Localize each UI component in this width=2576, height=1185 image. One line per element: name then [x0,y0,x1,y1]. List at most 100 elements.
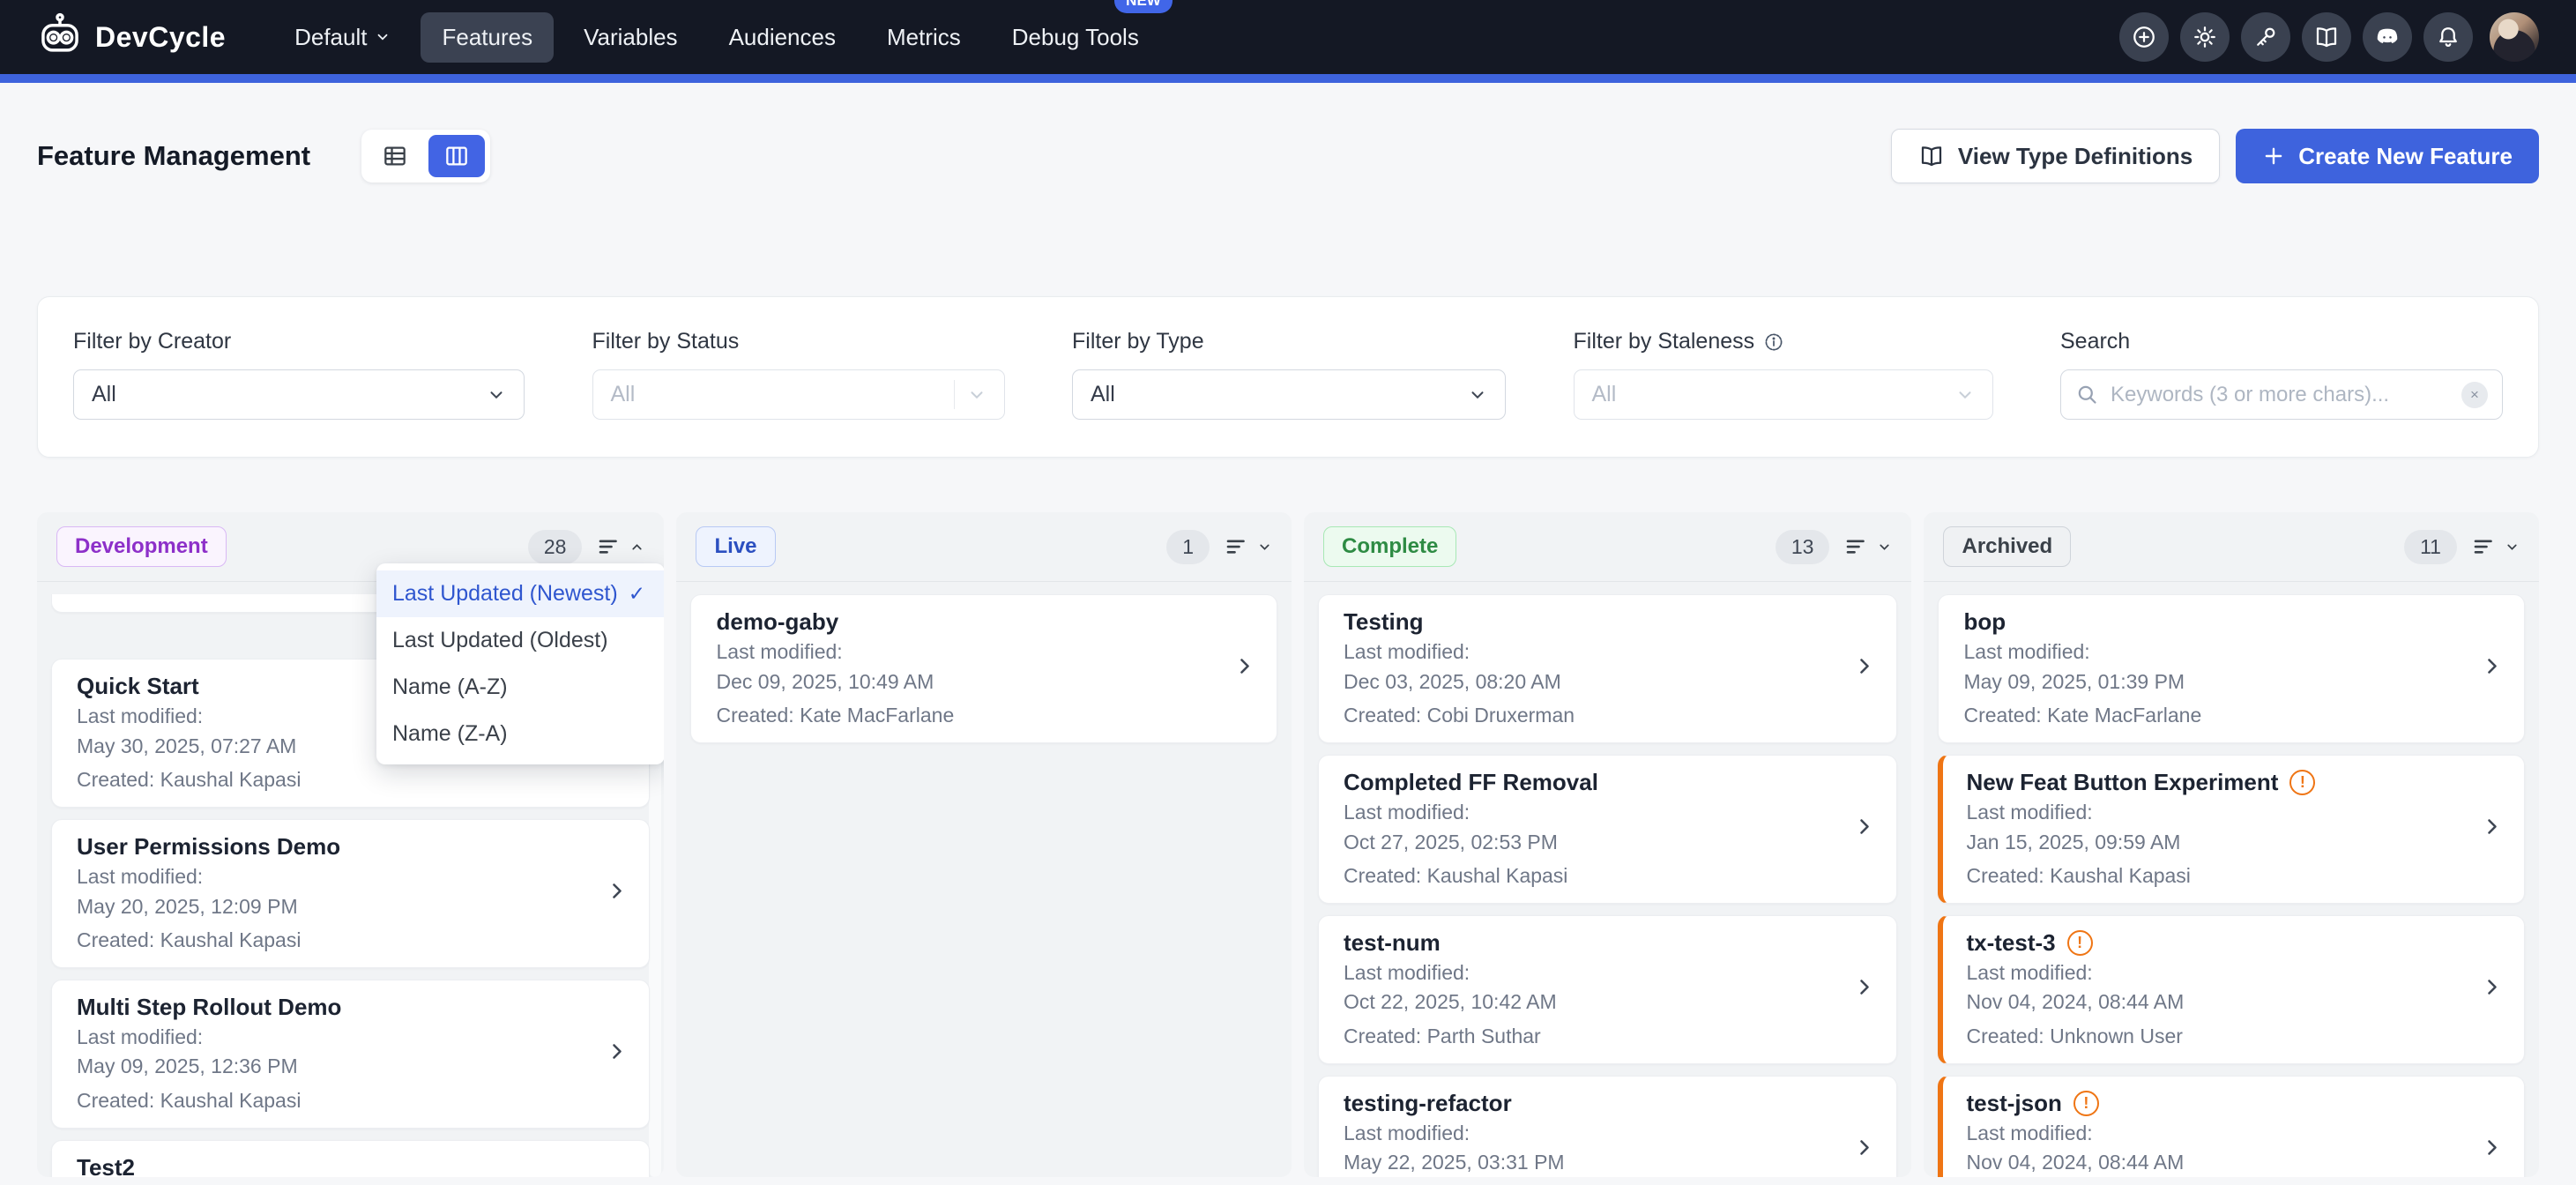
column-complete: Complete13TestingLast modified:Dec 03, 2… [1304,512,1912,1177]
feature-card-test-json[interactable]: test-json!Last modified:Nov 04, 2024, 08… [1938,1076,2525,1177]
docs-button[interactable] [2302,12,2351,62]
book-icon [1918,143,1945,169]
search-icon [2075,383,2099,406]
filter-creator-label: Filter by Creator [73,329,525,354]
open-feature-chevron[interactable] [1852,654,1877,683]
feature-card-title: Multi Step Rollout Demo [77,995,341,1020]
kanban-view-button[interactable] [428,135,485,177]
last-modified-date: May 20, 2025, 12:09 PM [77,895,598,920]
open-feature-chevron[interactable] [605,879,629,908]
devcycle-logo[interactable]: DevCycle [37,12,226,63]
sort-button-complete[interactable] [1843,533,1892,560]
feature-card-testing[interactable]: TestingLast modified:Dec 03, 2025, 08:20… [1318,594,1898,743]
nav-variables[interactable]: Variables [562,12,698,63]
last-modified-label: Last modified: [1344,1122,1846,1146]
feature-card-tx-test-3[interactable]: tx-test-3!Last modified:Nov 04, 2024, 08… [1938,915,2525,1064]
book-icon [2313,24,2340,50]
column-live: Live1 demo-gabyLast modified:Dec 09, 2025… [676,512,1292,1177]
feature-card-completed-ff-removal[interactable]: Completed FF RemovalLast modified:Oct 27… [1318,755,1898,904]
creator-label: Created: Kaushal Kapasi [77,928,598,953]
feature-card-title: Completed FF Removal [1344,770,1598,795]
open-feature-chevron[interactable] [2480,1136,2505,1165]
sort-button-archived[interactable] [2471,533,2520,560]
nav-metrics[interactable]: Metrics [866,12,982,63]
filter-staleness-select[interactable]: All [1574,369,1993,420]
last-modified-label: Last modified: [716,640,1225,665]
nav-debug-tools[interactable]: Debug Tools NEW [991,12,1160,63]
sort-icon [596,533,622,560]
feature-card-bop[interactable]: bopLast modified:May 09, 2025, 01:39 PMC… [1938,594,2525,743]
feature-card-demo-gaby[interactable]: demo-gabyLast modified:Dec 09, 2025, 10:… [690,594,1277,743]
add-button[interactable] [2119,12,2169,62]
project-selector[interactable]: Default [273,12,412,63]
feature-card-test2[interactable]: Test2Last modified:Nov 26, 2024, 08:13 A… [51,1140,650,1177]
stale-warning-icon: ! [2073,1091,2099,1116]
discord-icon [2374,24,2401,50]
creator-label: Created: Kaushal Kapasi [1966,864,2473,889]
create-new-feature-button[interactable]: Create New Feature [2236,129,2539,183]
user-avatar[interactable] [2490,12,2539,62]
sort-button-live[interactable] [1224,533,1272,560]
chevron-right-icon [1852,975,1877,1000]
feature-count-archived: 11 [2404,530,2457,564]
chevron-down-icon [375,29,391,45]
nav-audiences[interactable]: Audiences [708,12,857,63]
table-view-button[interactable] [367,135,423,177]
sort-option-last-updated-oldest[interactable]: Last Updated (Oldest) [376,617,664,664]
chevron-right-icon [1852,654,1877,679]
api-keys-button[interactable] [2241,12,2290,62]
feature-card-multi-step-rollout-demo[interactable]: Multi Step Rollout DemoLast modified:May… [51,980,650,1129]
sort-option-name-z-a[interactable]: Name (Z-A) [376,711,664,757]
key-icon [2252,24,2279,50]
chevron-down-icon [1955,385,1975,405]
view-type-definitions-button[interactable]: View Type Definitions [1891,129,2220,183]
gear-icon [2192,24,2218,50]
creator-label: Created: Unknown User [1966,1025,2473,1049]
feature-card-title: User Permissions Demo [77,834,340,860]
filter-type-select[interactable]: All [1072,369,1506,420]
discord-button[interactable] [2363,12,2412,62]
chevron-down-icon [1468,385,1487,405]
settings-button[interactable] [2180,12,2230,62]
feature-card-title: New Feat Button Experiment [1966,770,2278,795]
open-feature-chevron[interactable] [605,1040,629,1069]
filter-creator-select[interactable]: All [73,369,525,420]
filter-status-label: Filter by Status [592,329,1005,354]
column-archived: Archived11bopLast modified:May 09, 2025,… [1924,512,2539,1177]
clear-search-icon[interactable]: × [2461,382,2488,408]
sort-icon [2471,533,2498,560]
feature-card-testing-refactor[interactable]: testing-refactorLast modified:May 22, 20… [1318,1076,1898,1177]
search-input[interactable] [2111,383,2450,407]
status-badge-complete: Complete [1323,526,1456,567]
sort-button-development[interactable] [596,533,644,560]
sort-option-name-a-z[interactable]: Name (A-Z) [376,664,664,711]
notifications-button[interactable] [2423,12,2473,62]
open-feature-chevron[interactable] [1852,1136,1877,1165]
feature-card-title: Testing [1344,609,1424,635]
chevron-down-icon [487,385,506,405]
sort-icon [1224,533,1250,560]
last-modified-label: Last modified: [1966,961,2473,986]
card-list-complete: TestingLast modified:Dec 03, 2025, 08:20… [1304,582,1912,1177]
open-feature-chevron[interactable] [2480,654,2505,683]
open-feature-chevron[interactable] [1232,654,1257,683]
open-feature-chevron[interactable] [1852,815,1877,844]
feature-card-new-feat-button-experiment[interactable]: New Feat Button Experiment!Last modified… [1938,755,2525,904]
last-modified-date: Jan 15, 2025, 09:59 AM [1966,831,2473,855]
column-header-live: Live1 [676,512,1292,582]
last-modified-date: Oct 27, 2025, 02:53 PM [1344,831,1846,855]
sort-option-last-updated-newest[interactable]: Last Updated (Newest)✓ [376,570,664,617]
last-modified-date: May 09, 2025, 12:36 PM [77,1055,598,1079]
filter-status-select[interactable]: All [592,369,1005,420]
open-feature-chevron[interactable] [2480,815,2505,844]
feature-card-test-num[interactable]: test-numLast modified:Oct 22, 2025, 10:4… [1318,915,1898,1064]
open-feature-chevron[interactable] [2480,975,2505,1004]
feature-card-user-permissions-demo[interactable]: User Permissions DemoLast modified:May 2… [51,819,650,968]
nav-features[interactable]: Features [421,12,554,63]
sort-icon [1843,533,1870,560]
top-navigation-bar: DevCycle Default Features Variables Audi… [0,0,2576,74]
view-toggle [361,130,490,183]
open-feature-chevron[interactable] [1852,975,1877,1004]
search-label: Search [2060,329,2503,354]
bell-icon [2435,24,2461,50]
